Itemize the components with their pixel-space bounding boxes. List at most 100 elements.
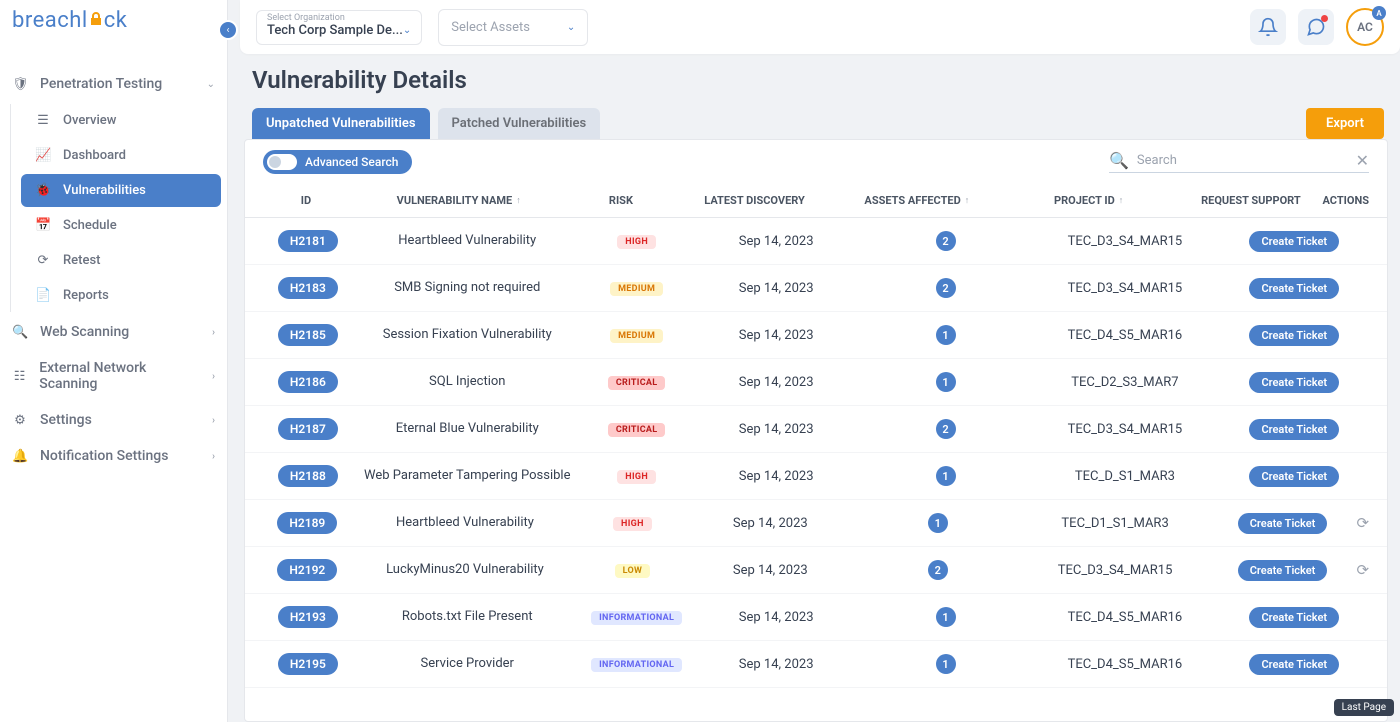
vuln-id-pill[interactable]: H2185: [278, 324, 338, 346]
assets-select-placeholder: Select Assets: [451, 20, 530, 35]
nav-label: External Network Scanning: [39, 360, 200, 392]
chevron-right-icon: ›: [212, 451, 215, 462]
chevron-right-icon: ›: [212, 415, 215, 426]
last-page-tooltip: Last Page: [1334, 699, 1394, 716]
create-ticket-button[interactable]: Create Ticket: [1249, 466, 1339, 487]
nav-web-scanning[interactable]: 🔍Web Scanning›: [0, 314, 227, 350]
create-ticket-button[interactable]: Create Ticket: [1238, 560, 1328, 581]
tab-unpatched[interactable]: Unpatched Vulnerabilities: [252, 108, 430, 139]
create-ticket-button[interactable]: Create Ticket: [1238, 513, 1328, 534]
vuln-date: Sep 14, 2023: [691, 610, 860, 625]
tab-patched[interactable]: Patched Vulnerabilities: [438, 108, 601, 139]
vuln-id-pill[interactable]: H2186: [278, 371, 338, 393]
nav-sub-list: ☰Overview 📈Dashboard 🐞Vulnerabilities 📅S…: [10, 104, 227, 312]
nav-notification-settings[interactable]: 🔔Notification Settings›: [0, 438, 227, 474]
vuln-name: Heartbleed Vulnerability: [352, 515, 579, 532]
col-name[interactable]: VULNERABILITY NAME↑: [349, 194, 569, 207]
risk-badge: INFORMATIONAL: [591, 658, 682, 672]
export-button[interactable]: Export: [1306, 108, 1384, 139]
create-ticket-button[interactable]: Create Ticket: [1249, 607, 1339, 628]
col-assets[interactable]: ASSETS AFFECTED↑: [836, 194, 998, 207]
vuln-id-pill[interactable]: H2189: [277, 512, 337, 534]
bell-icon: 🔔: [12, 449, 28, 464]
org-select[interactable]: Select Organization Tech Corp Sample De.…: [256, 10, 422, 45]
project-id: TEC_D3_S4_MAR15: [1022, 563, 1209, 578]
table-row: H2181Heartbleed VulnerabilityHIGHSep 14,…: [245, 218, 1387, 265]
col-id[interactable]: ID: [263, 194, 349, 207]
vuln-id-pill[interactable]: H2183: [278, 277, 338, 299]
chat-button[interactable]: [1298, 9, 1334, 45]
gear-icon: ⚙: [12, 413, 28, 428]
vuln-name: Web Parameter Tampering Possible: [353, 468, 582, 485]
create-ticket-button[interactable]: Create Ticket: [1249, 231, 1339, 252]
nav-overview[interactable]: ☰Overview: [21, 104, 221, 137]
vuln-id-pill[interactable]: H2187: [278, 418, 338, 440]
nav-label: Penetration Testing: [40, 76, 162, 92]
sidebar: breachlck ‹ 🛡Penetration Testing ⌄ ☰Over…: [0, 0, 228, 722]
create-ticket-button[interactable]: Create Ticket: [1249, 278, 1339, 299]
avatar[interactable]: ACA: [1346, 8, 1384, 46]
vuln-id-pill[interactable]: H2193: [278, 606, 338, 628]
search-wrap: 🔍 ✕: [1109, 151, 1369, 173]
vuln-id-pill[interactable]: H2181: [278, 230, 338, 252]
retry-icon[interactable]: ⟳: [1356, 561, 1369, 579]
nav-reports[interactable]: 📄Reports: [21, 279, 221, 312]
table-row: H2185Session Fixation VulnerabilityMEDIU…: [245, 312, 1387, 359]
logo-text-b: ck: [104, 8, 128, 33]
vuln-id-pill[interactable]: H2192: [277, 559, 337, 581]
sidebar-collapse-button[interactable]: ‹: [218, 20, 238, 40]
network-icon: ☷: [12, 369, 27, 384]
assets-badge: 2: [928, 560, 948, 580]
create-ticket-button[interactable]: Create Ticket: [1249, 325, 1339, 346]
risk-badge: HIGH: [613, 517, 652, 531]
assets-select[interactable]: Select Assets ⌄: [438, 9, 588, 46]
avatar-initials: AC: [1357, 20, 1373, 34]
retry-icon[interactable]: ⟳: [1356, 514, 1369, 532]
col-act: ACTIONS: [1323, 194, 1370, 207]
vuln-id-pill[interactable]: H2195: [278, 653, 338, 675]
chart-icon: 📈: [35, 148, 51, 163]
nav-penetration-testing[interactable]: 🛡Penetration Testing ⌄: [0, 66, 227, 102]
col-date[interactable]: LATEST DISCOVERY: [673, 194, 835, 207]
vuln-id-pill[interactable]: H2188: [278, 465, 338, 487]
nav-external-network-scanning[interactable]: ☷External Network Scanning›: [0, 350, 227, 402]
risk-badge: HIGH: [617, 470, 656, 484]
col-risk[interactable]: RISK: [568, 194, 673, 207]
toggle-icon: [267, 154, 297, 170]
advanced-search-toggle[interactable]: Advanced Search: [263, 150, 412, 174]
nav-vulnerabilities[interactable]: 🐞Vulnerabilities: [21, 174, 221, 207]
create-ticket-button[interactable]: Create Ticket: [1249, 372, 1339, 393]
create-ticket-button[interactable]: Create Ticket: [1249, 654, 1339, 675]
table-row: H2186SQL InjectionCRITICALSep 14, 20231T…: [245, 359, 1387, 406]
vuln-date: Sep 14, 2023: [691, 234, 860, 249]
assets-badge: 1: [936, 325, 956, 345]
project-id: TEC_D4_S5_MAR16: [1030, 657, 1219, 672]
risk-badge: LOW: [615, 564, 651, 578]
project-id: TEC_D4_S5_MAR16: [1030, 610, 1219, 625]
create-ticket-button[interactable]: Create Ticket: [1249, 419, 1339, 440]
table-row: H2193Robots.txt File PresentINFORMATIONA…: [245, 594, 1387, 641]
logo-text-a: breachl: [12, 8, 88, 33]
search-icon: 🔍: [1109, 151, 1129, 170]
shield-icon: 🛡: [12, 77, 28, 92]
assets-badge: 2: [936, 231, 956, 251]
nav-settings[interactable]: ⚙Settings›: [0, 402, 227, 438]
table-header: ID VULNERABILITY NAME↑ RISK LATEST DISCO…: [245, 184, 1387, 218]
nav-schedule[interactable]: 📅Schedule: [21, 209, 221, 242]
search-input[interactable]: [1137, 153, 1348, 168]
nav-retest[interactable]: ⟳Retest: [21, 244, 221, 277]
risk-badge: INFORMATIONAL: [591, 611, 682, 625]
calendar-icon: 📅: [35, 218, 51, 233]
nav-label: Overview: [63, 113, 116, 128]
clear-icon[interactable]: ✕: [1356, 151, 1369, 170]
nav-dashboard[interactable]: 📈Dashboard: [21, 139, 221, 172]
table-row: H2187Eternal Blue VulnerabilityCRITICALS…: [245, 406, 1387, 453]
notifications-button[interactable]: [1250, 9, 1286, 45]
col-pid[interactable]: PROJECT ID↑: [998, 194, 1179, 207]
risk-badge: HIGH: [617, 235, 656, 249]
table-row: H2195Service ProviderINFORMATIONALSep 14…: [245, 641, 1387, 688]
vuln-name: LuckyMinus20 Vulnerability: [352, 562, 579, 579]
risk-badge: CRITICAL: [608, 423, 666, 437]
vuln-date: Sep 14, 2023: [687, 516, 854, 531]
tabs-row: Unpatched Vulnerabilities Patched Vulner…: [228, 108, 1400, 139]
